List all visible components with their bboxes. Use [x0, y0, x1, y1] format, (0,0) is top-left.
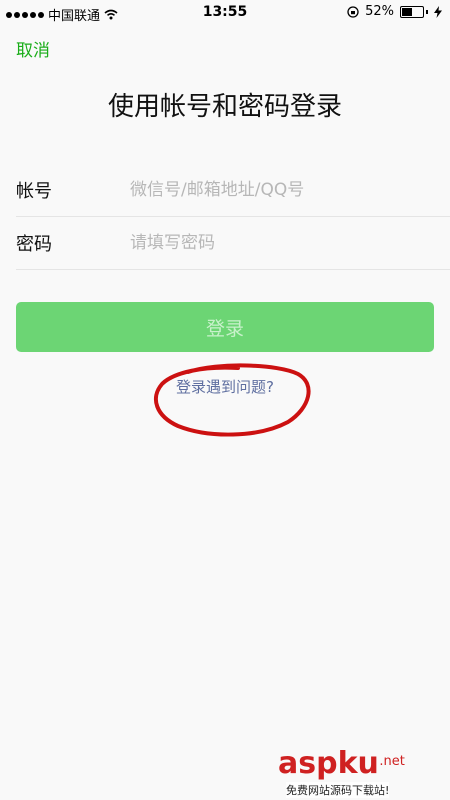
status-right: 52%: [347, 4, 442, 19]
account-input[interactable]: [128, 174, 434, 206]
charging-icon: [434, 5, 442, 18]
status-bar: 中国联通 13:55 52%: [0, 0, 450, 26]
account-label: 帐号: [16, 181, 52, 202]
login-button[interactable]: 登录: [16, 302, 434, 352]
battery-percent: 52%: [365, 4, 394, 19]
rotation-lock-icon: [347, 5, 359, 18]
password-row: 密码: [0, 217, 450, 269]
watermark-sub: 免费网站源码下载站!: [286, 782, 390, 798]
login-problem-link[interactable]: 登录遇到问题?: [0, 376, 450, 397]
login-form: 帐号 密码: [0, 164, 450, 270]
page-title: 使用帐号和密码登录: [107, 92, 342, 122]
account-row: 帐号: [0, 164, 450, 216]
watermark-logo: aspku .net 免费网站源码下载站!: [278, 746, 405, 798]
watermark-main: aspku: [278, 746, 379, 781]
cancel-button[interactable]: 取消: [16, 36, 50, 61]
form-divider: [16, 269, 450, 270]
password-input[interactable]: [128, 227, 434, 259]
battery-icon: [400, 5, 424, 18]
battery-fill: [402, 7, 412, 16]
annotation-circle: [153, 363, 311, 437]
battery-tip: [426, 9, 428, 14]
password-label: 密码: [16, 234, 52, 255]
watermark-net: .net: [379, 754, 405, 769]
